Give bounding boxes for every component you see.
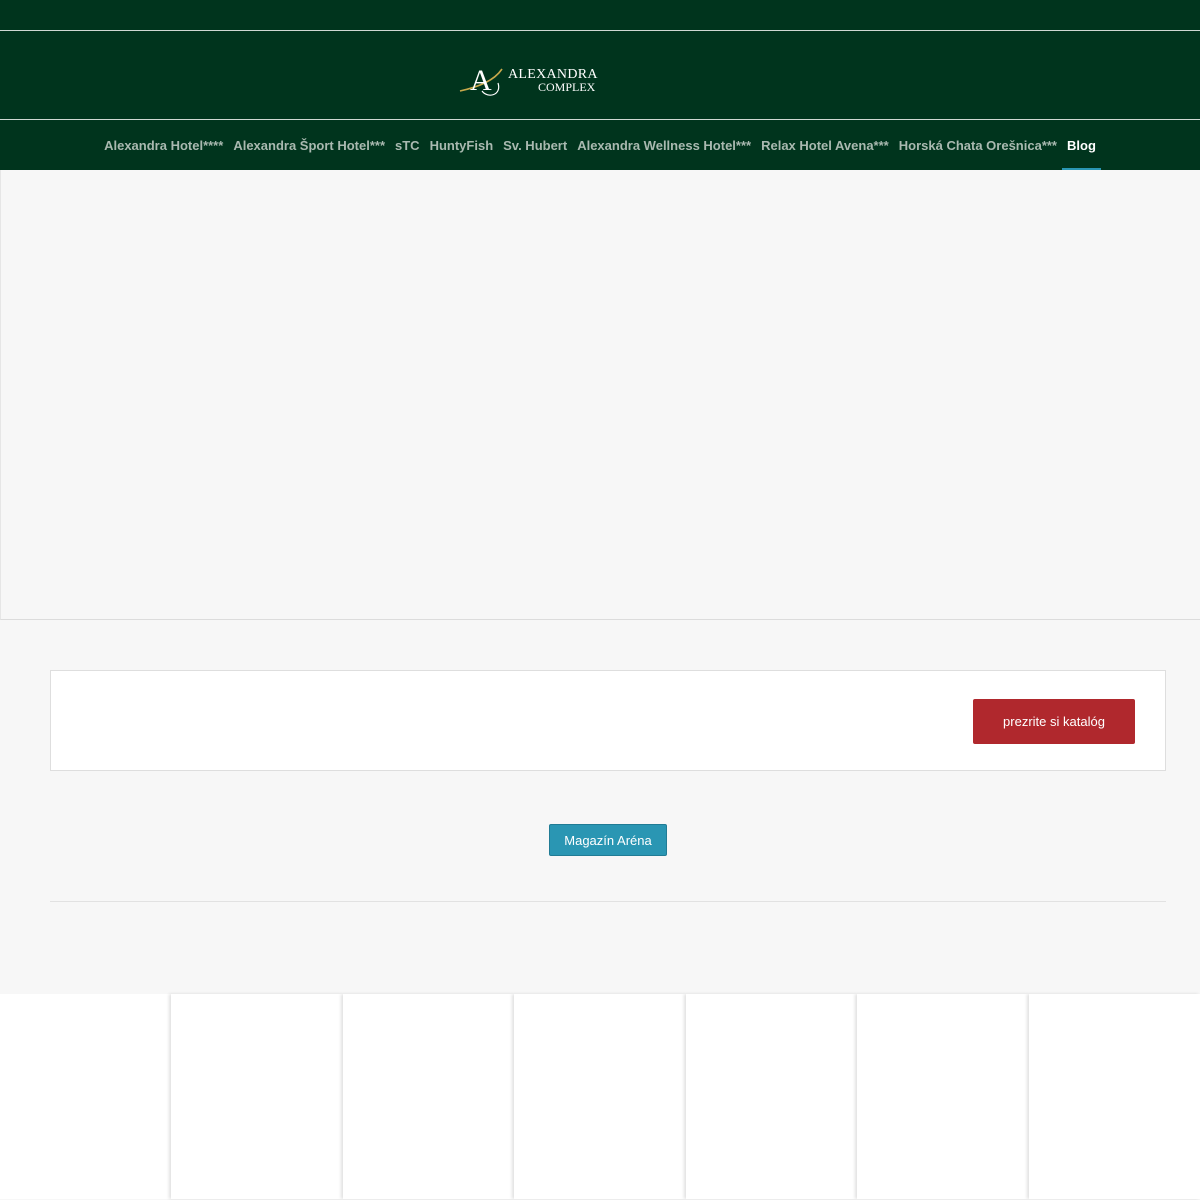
nav-item-alexandra-sport-hotel[interactable]: Alexandra Šport Hotel*** (228, 120, 390, 170)
view-catalog-button[interactable]: prezrite si katalóg (973, 699, 1135, 744)
nav-item-alexandra-hotel[interactable]: Alexandra Hotel**** (99, 120, 228, 170)
hero-slider-area (0, 170, 1200, 620)
magazin-arena-button[interactable]: Magazín Aréna (549, 824, 667, 856)
card-panel[interactable] (342, 994, 515, 1199)
main-content: prezrite si katalóg Magazín Aréna (0, 620, 1200, 994)
catalog-callout-box: prezrite si katalóg (50, 670, 1166, 771)
nav-item-blog[interactable]: Blog (1062, 120, 1101, 170)
card-panel[interactable] (0, 994, 172, 1199)
nav-item-relax-hotel-avena[interactable]: Relax Hotel Avena*** (756, 120, 894, 170)
card-panel[interactable] (1028, 994, 1200, 1199)
card-strip (0, 994, 1200, 1199)
section-divider (50, 901, 1166, 902)
nav-item-sv-hubert[interactable]: Sv. Hubert (498, 120, 572, 170)
card-panel[interactable] (514, 994, 686, 1199)
site-header: A Alexandra Complex (0, 31, 1200, 120)
card-panel[interactable] (857, 994, 1029, 1199)
nav-item-huntyfish[interactable]: HuntyFish (425, 120, 499, 170)
nav-item-horska-chata-oresnica[interactable]: Horská Chata Orešnica*** (894, 120, 1062, 170)
nav-item-stc[interactable]: sTC (390, 120, 425, 170)
card-panel[interactable] (171, 994, 343, 1199)
main-navigation: Alexandra Hotel**** Alexandra Šport Hote… (0, 120, 1200, 170)
top-bar (0, 0, 1200, 31)
card-panel[interactable] (685, 994, 858, 1199)
alexandra-complex-logo[interactable]: A Alexandra Complex (458, 61, 603, 97)
logo-name-line2: Complex (538, 80, 596, 94)
logo-letter-a: A (470, 64, 492, 97)
nav-item-alexandra-wellness-hotel[interactable]: Alexandra Wellness Hotel*** (572, 120, 756, 170)
